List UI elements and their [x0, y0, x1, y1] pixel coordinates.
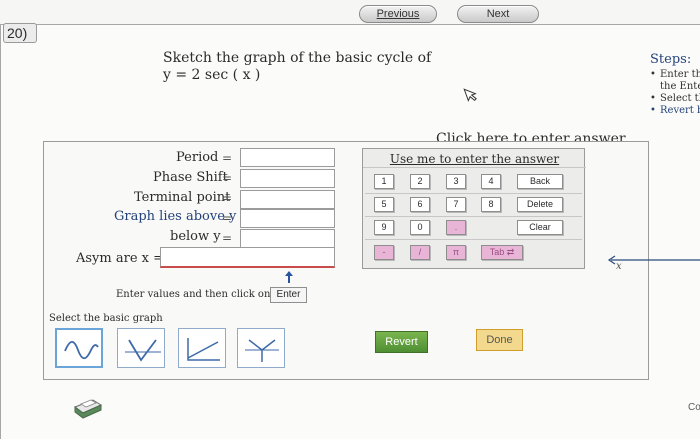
steps-title: Steps:	[650, 52, 692, 67]
key-minus[interactable]: -	[374, 245, 394, 260]
asymptote-input[interactable]	[160, 247, 335, 268]
keyboard-divider	[365, 216, 582, 217]
prompt-line-1: Sketch the graph of the basic cycle of	[163, 50, 432, 66]
key-3[interactable]: 3	[446, 174, 466, 189]
question-prompt: Sketch the graph of the basic cycle of y…	[163, 50, 431, 83]
tab-key[interactable]: Tab ⇄	[481, 245, 523, 260]
key-pi[interactable]: π	[446, 245, 466, 260]
equals-sign: =	[222, 171, 233, 185]
equals-sign: =	[222, 231, 233, 245]
asymptote-label: Asym are x =	[76, 251, 165, 266]
steps-item: Select th	[644, 93, 700, 105]
sine-graph-icon	[64, 340, 99, 360]
equals-sign: =	[222, 191, 233, 205]
delete-key[interactable]: Delete	[517, 197, 563, 212]
key-7[interactable]: 7	[446, 197, 466, 212]
key-6[interactable]: 6	[410, 197, 430, 212]
corner-text: Co	[688, 402, 700, 413]
axis-label: x	[616, 261, 622, 272]
back-key[interactable]: Back	[517, 174, 563, 189]
key-divide[interactable]: /	[410, 245, 430, 260]
below-y-input[interactable]	[240, 229, 335, 248]
terminal-point-input[interactable]	[240, 190, 335, 209]
sine-graph-button[interactable]	[55, 328, 103, 368]
key-4[interactable]: 4	[481, 174, 501, 189]
key-9[interactable]: 9	[374, 220, 394, 235]
math-keyboard: Use me to enter the answer 1 2 3 4 Back …	[362, 148, 586, 269]
steps-item: Revert b	[644, 105, 700, 117]
keyboard-title: Use me to enter the answer	[363, 152, 586, 168]
equals-sign: =	[222, 151, 233, 165]
previous-button[interactable]: Previous	[359, 5, 437, 23]
angle-graph-icon	[187, 338, 220, 361]
key-2[interactable]: 2	[410, 174, 430, 189]
printer-icon[interactable]	[71, 396, 105, 426]
graph-below-label: below y	[170, 229, 221, 244]
key-8[interactable]: 8	[481, 197, 501, 212]
key-decimal[interactable]: .	[446, 220, 466, 235]
steps-sub-item: the Ente	[660, 81, 700, 92]
graph-x-axis: x	[605, 253, 700, 281]
period-label: Period	[176, 150, 219, 165]
next-button[interactable]: Next	[457, 5, 539, 23]
y-graph-icon	[245, 339, 279, 362]
enter-button[interactable]: Enter	[270, 287, 307, 303]
y-graph-button[interactable]	[237, 328, 285, 368]
enter-instructions: Enter values and then click on →	[116, 289, 282, 300]
key-5[interactable]: 5	[374, 197, 394, 212]
select-basic-graph-label: Select the basic graph	[49, 313, 163, 324]
steps-item: Enter the	[644, 69, 700, 81]
keyboard-divider	[365, 193, 582, 194]
up-arrow-icon	[284, 270, 294, 287]
v-graph-icon	[125, 339, 161, 362]
keyboard-divider	[365, 239, 582, 240]
prompt-line-2: y = 2 sec ( x )	[163, 67, 261, 83]
top-navigation-bar: Previous Next	[0, 0, 700, 24]
key-0[interactable]: 0	[410, 220, 430, 235]
done-button[interactable]: Done	[476, 329, 523, 351]
graph-above-label: Graph lies above y	[114, 209, 237, 224]
v-graph-button[interactable]	[117, 328, 165, 368]
clear-key[interactable]: Clear	[517, 220, 563, 235]
phase-shift-input[interactable]	[240, 169, 335, 188]
question-number: 20)	[3, 23, 37, 43]
terminal-point-label: Terminal point	[134, 190, 231, 205]
angle-graph-button[interactable]	[178, 328, 226, 368]
steps-panel: Steps: Enter the the Ente Select th Reve…	[644, 52, 700, 117]
key-1[interactable]: 1	[374, 174, 394, 189]
phase-shift-label: Phase Shift	[153, 170, 228, 185]
enter-note-text: Enter values and then click on	[116, 289, 271, 300]
above-y-input[interactable]	[240, 209, 335, 228]
equals-sign: =	[222, 211, 233, 225]
period-input[interactable]	[240, 148, 335, 167]
revert-button[interactable]: Revert	[375, 331, 428, 353]
